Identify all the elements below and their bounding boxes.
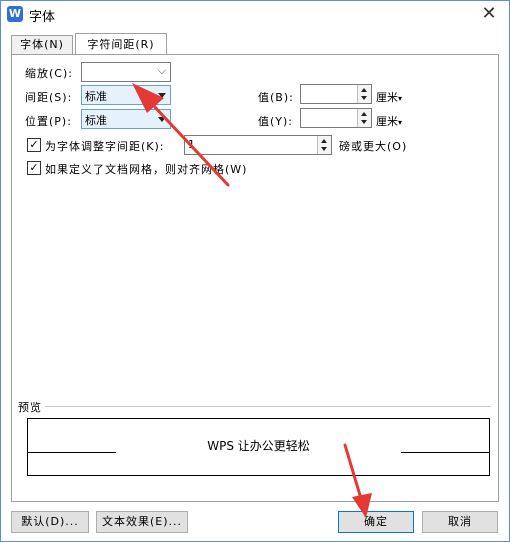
- position-value: 标准: [85, 114, 107, 127]
- spin-down-icon[interactable]: [361, 96, 367, 100]
- font-dialog: W 字体 ✕ 字体(N) 字符间距(R) 缩放(C): ⌵ 间距(S): 标准 …: [0, 0, 510, 542]
- preview-legend: 预览: [18, 401, 42, 414]
- default-button[interactable]: 默认(D)...: [11, 511, 89, 533]
- spin-up-icon[interactable]: [361, 88, 367, 92]
- spacing-label: 间距(S):: [25, 91, 73, 104]
- kerning-checkbox[interactable]: ✓: [27, 138, 41, 152]
- spacing-by-spinner[interactable]: [300, 84, 372, 104]
- spacing-by-label: 值(B):: [258, 91, 294, 104]
- dialog-title: 字体: [29, 10, 56, 25]
- kerning-suffix: 磅或更大(O): [339, 140, 408, 153]
- caret-down-icon: ▾: [398, 94, 403, 103]
- position-by-label: 值(Y):: [258, 115, 294, 128]
- chevron-down-icon: ⌵: [157, 64, 166, 77]
- spacing-unit-label: 厘米: [376, 91, 398, 104]
- spin-down-icon[interactable]: [361, 120, 367, 124]
- dropdown-arrow-icon: [158, 93, 166, 98]
- preview-text: WPS 让办公更轻松: [207, 439, 310, 453]
- spacing-dropdown[interactable]: 标准: [81, 85, 171, 105]
- spin-up-icon[interactable]: [321, 139, 327, 143]
- spin-up-icon[interactable]: [361, 112, 367, 116]
- spacing-value: 标准: [85, 90, 107, 103]
- scale-label: 缩放(C):: [25, 67, 73, 80]
- snap-grid-label: 如果定义了文档网格，则对齐网格(W): [45, 163, 248, 176]
- spacing-unit-dropdown[interactable]: 厘米▾: [376, 89, 402, 105]
- dropdown-arrow-icon: [158, 117, 166, 122]
- cancel-button[interactable]: 取消: [422, 511, 498, 533]
- position-label: 位置(P):: [25, 115, 72, 128]
- snap-grid-checkbox[interactable]: ✓: [27, 161, 41, 175]
- scale-dropdown[interactable]: ⌵: [81, 62, 171, 82]
- close-icon[interactable]: ✕: [479, 4, 499, 24]
- title-bar: W 字体 ✕: [1, 1, 509, 27]
- caret-down-icon: ▾: [398, 118, 403, 127]
- ok-button[interactable]: 确定: [338, 511, 414, 533]
- spin-buttons[interactable]: [357, 109, 371, 127]
- spin-buttons[interactable]: [317, 136, 331, 154]
- preview-box: WPS 让办公更轻松: [27, 418, 490, 476]
- kerning-label: 为字体调整字间距(K):: [45, 140, 165, 153]
- preview-divider: [45, 406, 491, 407]
- kerning-value: 1: [188, 138, 195, 151]
- tab-font[interactable]: 字体(N): [11, 35, 73, 54]
- tab-character-spacing[interactable]: 字符间距(R): [75, 33, 167, 54]
- kerning-spinner[interactable]: 1: [184, 135, 332, 155]
- position-unit-label: 厘米: [376, 115, 398, 128]
- position-dropdown[interactable]: 标准: [81, 109, 171, 129]
- spin-buttons[interactable]: [357, 85, 371, 103]
- spin-down-icon[interactable]: [321, 147, 327, 151]
- position-unit-dropdown[interactable]: 厘米▾: [376, 113, 402, 129]
- wps-app-icon: W: [7, 6, 23, 22]
- text-effect-button[interactable]: 文本效果(E)...: [96, 511, 188, 533]
- position-by-spinner[interactable]: [300, 108, 372, 128]
